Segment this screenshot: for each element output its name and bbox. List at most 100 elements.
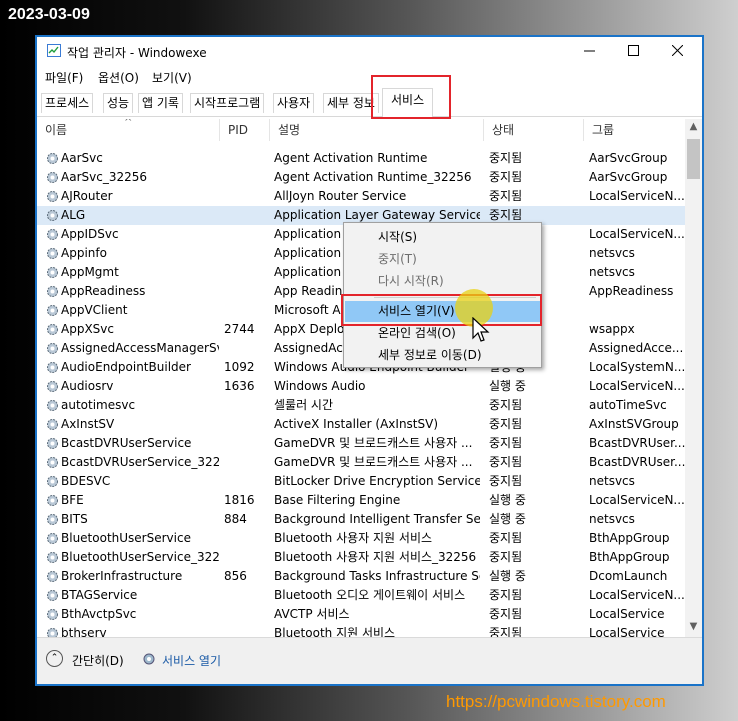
gear-icon: [47, 590, 58, 601]
table-row[interactable]: autotimesvc 셀룰러 시간 중지됨 autoTimeSvc: [37, 396, 687, 415]
service-name: BrokerInfrastructure: [61, 569, 183, 583]
service-name: AppIDSvc: [61, 227, 119, 241]
context-menu-restart[interactable]: 다시 시작(R): [345, 271, 540, 292]
menu-view[interactable]: 보기(V): [152, 69, 192, 86]
table-row[interactable]: BcastDVRUserService_32256 GameDVR 및 브로드캐스…: [37, 453, 687, 472]
service-group: netsvcs: [589, 265, 635, 279]
table-row[interactable]: AarSvc Agent Activation Runtime 중지됨 AarSvcG…: [37, 149, 687, 168]
service-description: AllJoyn Router Service: [274, 189, 407, 203]
table-row[interactable]: BluetoothUserService Bluetooth 사용자 지원 서비스…: [37, 529, 687, 548]
column-header-pid[interactable]: PID: [220, 119, 270, 141]
table-row[interactable]: BthAvctpSvc AVCTP 서비스 중지됨 LocalService: [37, 605, 687, 624]
tab-users[interactable]: 사용자: [273, 93, 315, 113]
service-group: AssignedAcce...: [589, 341, 684, 355]
window-title: 작업 관리자 - Windowexe: [67, 46, 207, 60]
table-row[interactable]: BluetoothUserService_32256 Bluetooth 사용자 …: [37, 548, 687, 567]
table-row[interactable]: BFE 1816 Base Filtering Engine 실행 중 LocalSer…: [37, 491, 687, 510]
site-url: https://pcwindows.tistory.com: [446, 692, 666, 711]
table-row[interactable]: AarSvc_32256 Agent Activation Runtime_322…: [37, 168, 687, 187]
column-header-status[interactable]: 상태: [484, 119, 584, 141]
gear-icon: [47, 552, 58, 563]
context-menu-go-to-details[interactable]: 세부 정보로 이동(D): [345, 345, 540, 366]
context-menu-stop[interactable]: 중지(T): [345, 249, 540, 270]
minimize-button[interactable]: [567, 37, 611, 65]
menu-file[interactable]: 파일(F): [45, 69, 83, 86]
gear-icon: [47, 229, 58, 240]
gear-icon: [47, 172, 58, 183]
gear-icon: [47, 210, 58, 221]
service-name: AarSvc_32256: [61, 170, 147, 184]
context-menu-start[interactable]: 시작(S): [345, 227, 540, 248]
service-status: 중지됨: [489, 436, 523, 450]
table-row[interactable]: BITS 884 Background Intelligent Transfer S…: [37, 510, 687, 529]
service-description: Background Tasks Infrastructure Ser...: [274, 569, 480, 583]
service-group: AppReadiness: [589, 284, 674, 298]
service-name: BTAGService: [61, 588, 138, 602]
column-header-description[interactable]: 설명: [270, 119, 484, 141]
service-pid: 2744: [224, 322, 255, 336]
service-status: 중지됨: [489, 170, 523, 184]
service-group: LocalServiceN...: [589, 189, 685, 203]
service-description: Bluetooth 오디오 게이트웨이 서비스: [274, 588, 466, 602]
tab-processes[interactable]: 프로세스: [41, 93, 94, 113]
service-pid: 856: [224, 569, 247, 583]
service-group: LocalServiceN...: [589, 493, 685, 507]
gear-icon: [47, 324, 58, 335]
service-group: autoTimeSvc: [589, 398, 667, 412]
service-pid: 1092: [224, 360, 255, 374]
scroll-thumb[interactable]: [687, 139, 700, 179]
menu-options[interactable]: 옵션(O): [98, 69, 139, 86]
column-header-name[interactable]: 이름 ^: [37, 119, 220, 141]
table-row[interactable]: BDESVC BitLocker Drive Encryption Service…: [37, 472, 687, 491]
service-name: ALG: [61, 208, 86, 222]
column-header-group[interactable]: 그룹: [584, 119, 685, 141]
service-description: Bluetooth 사용자 지원 서비스_32256: [274, 550, 477, 564]
context-menu-search-online[interactable]: 온라인 검색(O): [345, 323, 540, 344]
service-description: Agent Activation Runtime_32256: [274, 170, 472, 184]
tab-strip: 프로세스 성능 앱 기록 시작프로그램 사용자 세부 정보 서비스: [37, 87, 702, 117]
gear-icon: [143, 653, 155, 665]
context-menu-highlight-box: [341, 294, 542, 326]
close-button[interactable]: [655, 37, 699, 65]
chevron-up-icon[interactable]: ⌃: [46, 650, 63, 667]
tab-app-history[interactable]: 앱 기록: [138, 93, 183, 113]
tab-startup[interactable]: 시작프로그램: [190, 93, 265, 113]
maximize-icon: [627, 45, 639, 56]
service-pid: 884: [224, 512, 247, 526]
tab-performance[interactable]: 성능: [103, 93, 134, 113]
task-manager-window: 작업 관리자 - Windowexe 파일(F) 옵션(O) 보기(V) 프로세…: [35, 35, 704, 686]
table-row[interactable]: AxInstSV ActiveX Installer (AxInstSV) 중지됨 A…: [37, 415, 687, 434]
table-row[interactable]: Audiosrv 1636 Windows Audio 실행 중 LocalServic…: [37, 377, 687, 396]
sort-up-icon: ^: [124, 119, 133, 128]
gear-icon: [47, 343, 58, 354]
service-status: 중지됨: [489, 455, 523, 469]
scroll-down-icon[interactable]: ▼: [685, 621, 702, 635]
service-description: GameDVR 및 브로드캐스트 사용자 ...: [274, 436, 473, 450]
service-description: ActiveX Installer (AxInstSV): [274, 417, 439, 431]
table-row[interactable]: BcastDVRUserService GameDVR 및 브로드캐스트 사용자 …: [37, 434, 687, 453]
service-group: LocalService: [589, 607, 665, 621]
service-status: 중지됨: [489, 588, 523, 602]
scroll-up-icon[interactable]: ▲: [685, 121, 702, 135]
service-name: AppVClient: [61, 303, 128, 317]
service-description: Bluetooth 지원 서비스: [274, 626, 396, 637]
service-name: Audiosrv: [61, 379, 114, 393]
service-name: BluetoothUserService: [61, 531, 191, 545]
table-row[interactable]: BrokerInfrastructure 856 Background Tasks …: [37, 567, 687, 586]
fewer-details-button[interactable]: 간단히(D): [72, 652, 124, 669]
service-name: AarSvc: [61, 151, 103, 165]
table-row[interactable]: BTAGService Bluetooth 오디오 게이트웨이 서비스 중지됨 Loc…: [37, 586, 687, 605]
title-bar[interactable]: 작업 관리자 - Windowexe: [37, 37, 702, 65]
service-status: 중지됨: [489, 531, 523, 545]
gear-icon: [47, 248, 58, 259]
table-row[interactable]: AJRouter AllJoyn Router Service 중지됨 LocalSe…: [37, 187, 687, 206]
open-services-link[interactable]: 서비스 열기: [162, 652, 221, 669]
vertical-scrollbar[interactable]: ▲ ▼: [685, 119, 702, 637]
service-name: AudioEndpointBuilder: [61, 360, 191, 374]
maximize-button[interactable]: [611, 37, 655, 65]
gear-icon: [47, 628, 58, 637]
gear-icon: [47, 267, 58, 278]
service-description: Base Filtering Engine: [274, 493, 401, 507]
table-row[interactable]: bthserv Bluetooth 지원 서비스 중지됨 LocalService: [37, 624, 687, 637]
service-name: BcastDVRUserService_32256: [61, 455, 219, 469]
